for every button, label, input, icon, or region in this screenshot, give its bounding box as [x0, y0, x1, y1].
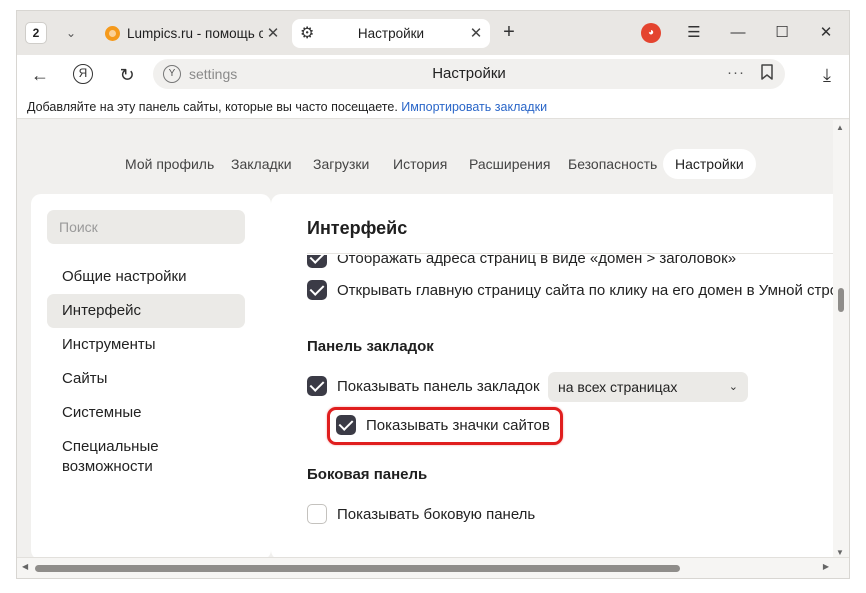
sidebar-item-sites[interactable]: Сайты — [47, 362, 245, 396]
option-show-side-panel[interactable]: Показывать боковую панель — [307, 504, 535, 526]
sidebar-item-tools[interactable]: Инструменты — [47, 328, 245, 362]
tab-title: Lumpics.ru - помощь с к — [127, 26, 263, 41]
scroll-thumb[interactable] — [35, 565, 680, 572]
checkbox[interactable] — [336, 415, 356, 436]
tab-count-button[interactable]: 2 — [25, 22, 47, 44]
option-label: Показывать панель закладок — [337, 378, 540, 395]
scroll-thumb[interactable] — [838, 288, 844, 312]
scroll-left-icon[interactable]: ◀ — [22, 562, 28, 571]
sidebar-item-interface[interactable]: Интерфейс — [47, 294, 245, 328]
nav-settings[interactable]: Настройки — [663, 149, 756, 179]
tab-title: Настройки — [357, 26, 425, 41]
chevron-down-icon: ⌄ — [728, 381, 738, 393]
checkbox[interactable] — [307, 255, 327, 269]
settings-nav: Мой профиль Закладки Загрузки История Ра… — [17, 149, 849, 179]
checkbox[interactable] — [307, 376, 327, 397]
minimize-icon[interactable]: — — [723, 21, 753, 45]
yandex-logo-icon[interactable]: Я — [73, 64, 93, 84]
import-bookmarks-link[interactable]: Импортировать закладки — [401, 100, 547, 114]
url-text[interactable]: settings — [189, 59, 237, 89]
close-window-icon[interactable]: ✕ — [811, 21, 841, 45]
nav-downloads[interactable]: Загрузки — [301, 149, 381, 179]
sidebar-item-system[interactable]: Системные — [47, 396, 245, 430]
tabs-dropdown-icon[interactable]: ⌄ — [59, 23, 83, 43]
toolbar: ← Я ↻ Y settings Настройки ··· ⤓ — [17, 55, 849, 95]
side-panel-section-heading: Боковая панель — [307, 466, 428, 483]
avatar[interactable]: ◕ — [641, 23, 661, 43]
tab-lumpics[interactable]: Lumpics.ru - помощь с к ✕ — [97, 19, 287, 48]
vertical-scrollbar[interactable]: ▲ ▼ — [833, 120, 849, 560]
sidebar-item-accessibility[interactable]: Специальные возможности — [47, 430, 245, 484]
horizontal-scrollbar[interactable]: ◀ ▶ — [17, 557, 849, 578]
option-label: Показывать боковую панель — [337, 506, 536, 523]
lumpics-favicon-icon — [105, 26, 120, 41]
address-bar[interactable]: Y settings Настройки ··· — [153, 59, 785, 89]
back-icon[interactable]: ← — [27, 62, 53, 88]
bookmarks-bar-select[interactable]: на всех страницах ⌄ — [548, 372, 748, 402]
nav-profile[interactable]: Мой профиль — [113, 149, 226, 179]
sidebar-item-general[interactable]: Общие настройки — [47, 260, 245, 294]
highlight-frame: Показывать значки сайтов — [327, 407, 563, 445]
reload-icon[interactable]: ↻ — [114, 62, 140, 88]
scroll-up-icon[interactable]: ▲ — [836, 123, 844, 132]
gear-icon: ⚙ — [300, 25, 315, 42]
option-show-bookmarks-bar[interactable]: Показывать панель закладок — [307, 376, 540, 398]
browser-window: 2 ⌄ Lumpics.ru - помощь с к ✕ ⚙ Настройк… — [16, 10, 850, 579]
bookmarks-bar: Добавляйте на эту панель сайты, которые … — [17, 95, 849, 119]
close-tab-icon[interactable]: ✕ — [468, 19, 484, 48]
nav-extensions[interactable]: Расширения — [457, 149, 562, 179]
yandex-browser-icon: Y — [163, 65, 181, 83]
tab-settings[interactable]: ⚙ Настройки ✕ — [292, 19, 490, 48]
checkbox[interactable] — [307, 504, 327, 525]
new-tab-button[interactable]: + — [497, 21, 521, 45]
bookmarks-bar-hint: Добавляйте на эту панель сайты, которые … — [27, 100, 398, 114]
page-title: Настройки — [432, 65, 506, 82]
option-label: Показывать значки сайтов — [366, 417, 550, 434]
bookmarks-section-heading: Панель закладок — [307, 338, 434, 355]
search-input[interactable] — [47, 210, 245, 244]
maximize-icon[interactable]: ☐ — [767, 21, 797, 45]
more-icon[interactable]: ··· — [727, 59, 745, 87]
scroll-down-icon[interactable]: ▼ — [836, 548, 844, 557]
scroll-right-icon[interactable]: ▶ — [823, 562, 829, 571]
settings-sidebar: Общие настройки Интерфейс Инструменты Са… — [31, 194, 271, 560]
option-show-site-icons[interactable]: Показывать значки сайтов — [336, 415, 550, 437]
bookmark-icon[interactable] — [761, 64, 773, 80]
option-open-main-page[interactable]: Открывать главную страницу сайта по клик… — [307, 280, 850, 302]
select-value: на всех страницах — [558, 379, 678, 395]
nav-security[interactable]: Безопасность — [556, 149, 669, 179]
checkbox[interactable] — [307, 280, 327, 301]
tab-strip: 2 ⌄ Lumpics.ru - помощь с к ✕ ⚙ Настройк… — [17, 11, 849, 55]
section-title: Интерфейс — [307, 218, 408, 238]
close-tab-icon[interactable]: ✕ — [265, 19, 281, 48]
settings-page: Мой профиль Закладки Загрузки История Ра… — [17, 120, 849, 560]
downloads-icon[interactable]: ⤓ — [814, 62, 840, 88]
option-domain-title[interactable]: Отображать адреса страниц в виде «домен … — [307, 255, 736, 270]
option-label: Открывать главную страницу сайта по клик… — [337, 282, 850, 299]
divider — [307, 253, 849, 254]
menu-icon[interactable]: ☰ — [679, 21, 709, 45]
nav-history[interactable]: История — [381, 149, 459, 179]
nav-bookmarks[interactable]: Закладки — [219, 149, 304, 179]
settings-content: Интерфейс Отображать адреса страниц в ви… — [271, 194, 850, 560]
